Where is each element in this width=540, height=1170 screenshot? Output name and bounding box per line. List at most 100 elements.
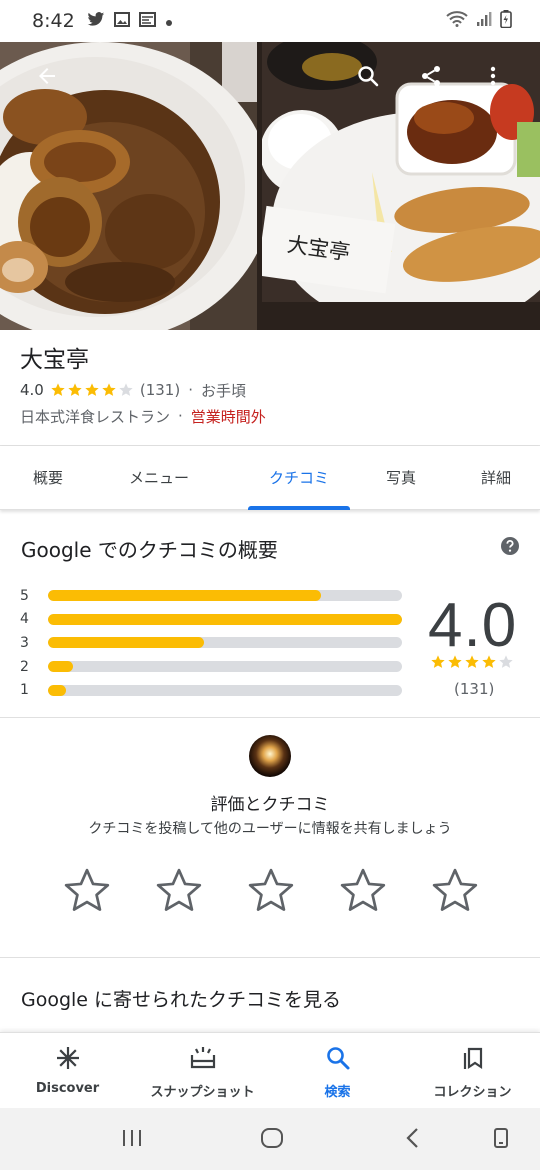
nav-label: コレクション — [433, 1085, 512, 1100]
notification-icons — [87, 11, 173, 31]
separator: · — [188, 381, 193, 399]
collections-icon — [460, 1045, 486, 1075]
photo-carousel[interactable]: 大宝亭 — [0, 42, 540, 330]
place-tabs: 概要 メニュー クチコミ 写真 詳細 — [0, 446, 540, 510]
signal-icon — [476, 11, 492, 31]
rating-bar-label: 5 — [20, 587, 29, 604]
rating-bar-label: 4 — [20, 611, 29, 628]
phone-icon — [493, 1127, 509, 1153]
star-icon-filled — [448, 655, 462, 668]
home-button[interactable] — [257, 1125, 287, 1155]
place-rating-stars — [50, 382, 134, 398]
place-category-row: 日本式洋食レストラン · 営業時間外 — [20, 404, 520, 428]
tab-overview[interactable]: 概要 — [0, 446, 96, 509]
review-summary-title: Google でのクチコミの概要 — [21, 538, 278, 562]
dot-icon — [165, 12, 173, 31]
separator: · — [178, 407, 183, 425]
rating-bar-fill — [48, 590, 321, 602]
rating-bar-row: 2 — [20, 655, 404, 679]
nav-label: Discover — [35, 1081, 100, 1096]
recents-icon — [121, 1128, 143, 1152]
rating-bar-track — [48, 590, 402, 602]
status-time: 8:42 — [32, 10, 75, 32]
star-icon-filled — [68, 383, 82, 396]
rate-star-outline-icon[interactable] — [430, 866, 480, 916]
search-icon — [325, 1045, 351, 1075]
share-button[interactable] — [409, 56, 453, 100]
more-options-button[interactable] — [471, 56, 515, 100]
tab-photos[interactable]: 写真 — [350, 446, 452, 509]
average-score: 4.0 — [428, 591, 518, 660]
star-rating-input — [62, 866, 480, 916]
star-icon-filled — [51, 383, 65, 396]
tab-reviews[interactable]: クチコミ — [248, 446, 350, 510]
place-review-count[interactable]: (131) — [140, 381, 180, 399]
system-navigation-bar — [0, 1108, 540, 1170]
rating-distribution: 5 4 3 2 1 — [20, 584, 404, 702]
rating-bar-label: 2 — [20, 658, 29, 675]
snapshot-icon — [189, 1045, 217, 1075]
more-vert-icon — [481, 64, 505, 92]
nav-snapshot[interactable]: スナップショット — [135, 1033, 270, 1108]
rating-bar-track — [48, 661, 402, 673]
twitter-icon — [87, 11, 105, 31]
tab-details[interactable]: 詳細 — [452, 446, 540, 509]
bottom-nav: Discover スナップショット 検索 コレクション — [0, 1032, 540, 1108]
home-icon — [260, 1127, 284, 1153]
rating-bar-fill — [48, 684, 66, 696]
star-icon-empty — [499, 655, 513, 668]
avatar — [249, 735, 291, 777]
star-icon-filled — [431, 655, 445, 668]
recents-button[interactable] — [117, 1125, 147, 1155]
rate-and-review: 評価とクチコミ クチコミを投稿して他のユーザーに情報を共有しましょう — [0, 718, 540, 958]
rating-bar-row: 4 — [20, 608, 404, 632]
nav-discover[interactable]: Discover — [0, 1033, 135, 1108]
star-icon-empty — [119, 383, 133, 396]
asterisk-icon — [55, 1045, 81, 1075]
search-button[interactable] — [346, 56, 390, 100]
rating-bar-row: 1 — [20, 678, 404, 702]
star-icon-filled — [102, 383, 116, 396]
screen-button[interactable] — [486, 1125, 516, 1155]
battery-icon — [500, 10, 512, 32]
review-summary: Google でのクチコミの概要 5 4 3 2 1 4.0 (131) — [0, 514, 540, 718]
rating-bar-track — [48, 684, 402, 696]
rate-star-outline-icon[interactable] — [62, 866, 112, 916]
rating-bar-track — [48, 613, 402, 625]
wifi-icon — [446, 11, 468, 31]
place-open-status: 営業時間外 — [190, 407, 266, 426]
cast-icon — [138, 11, 156, 31]
rate-subtitle: クチコミを投稿して他のユーザーに情報を共有しましょう — [88, 821, 452, 837]
rate-star-outline-icon[interactable] — [154, 866, 204, 916]
see-google-reviews-link[interactable]: Google に寄せられたクチコミを見る — [21, 985, 341, 1012]
rating-bar-fill — [48, 613, 402, 625]
tab-menu[interactable]: メニュー — [96, 446, 222, 509]
nav-collections[interactable]: コレクション — [405, 1033, 540, 1108]
star-icon-filled — [482, 655, 496, 668]
status-bar: 8:42 — [0, 0, 540, 42]
back-arrow-icon — [35, 64, 59, 92]
rating-bar-fill — [48, 661, 73, 673]
back-button-system[interactable] — [398, 1125, 428, 1155]
rating-bar-fill — [48, 637, 204, 649]
rating-bar-row: 5 — [20, 584, 404, 608]
place-price: お手頃 — [200, 381, 246, 400]
rate-title: 評価とクチコミ — [210, 795, 330, 815]
star-icon-filled — [465, 655, 479, 668]
star-icon-filled — [85, 383, 99, 396]
share-icon — [419, 64, 443, 92]
back-button[interactable] — [25, 56, 69, 100]
nav-label: 検索 — [324, 1085, 351, 1100]
search-icon — [356, 64, 380, 92]
total-review-count: (131) — [454, 680, 495, 698]
rate-star-outline-icon[interactable] — [246, 866, 296, 916]
place-rating-row: 4.0 (131) · お手頃 — [20, 378, 520, 402]
rating-bar-label: 1 — [20, 682, 29, 699]
image-icon — [113, 11, 130, 31]
rate-star-outline-icon[interactable] — [338, 866, 388, 916]
place-category: 日本式洋食レストラン — [20, 407, 171, 426]
nav-search[interactable]: 検索 — [270, 1033, 405, 1108]
help-icon[interactable] — [500, 536, 520, 560]
back-chevron-icon — [405, 1127, 421, 1153]
place-header: 大宝亭 4.0 (131) · お手頃 日本式洋食レストラン · 営業時間外 — [0, 330, 540, 446]
